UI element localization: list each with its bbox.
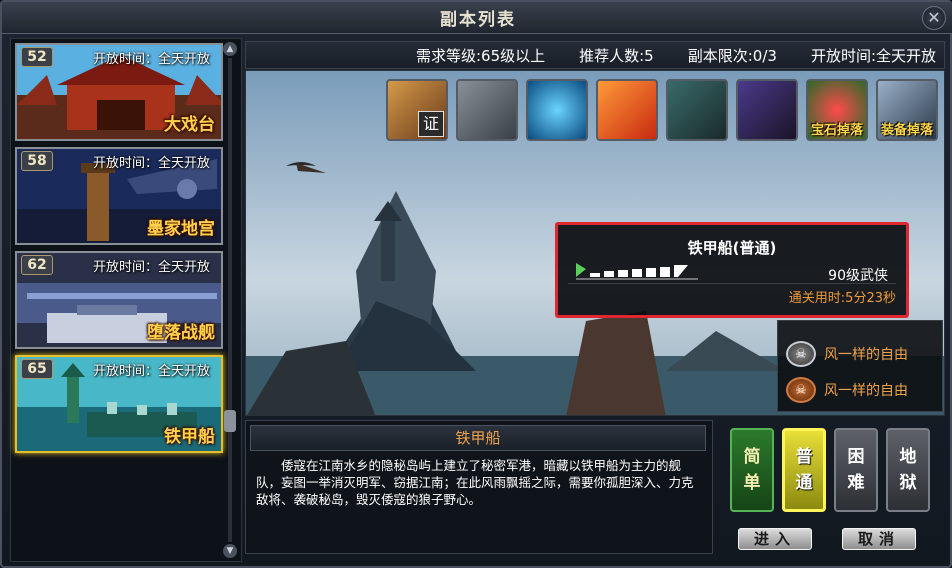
certificate-badge: 证: [418, 111, 444, 137]
window-title: 副本列表: [440, 10, 516, 30]
crystal-icon[interactable]: [526, 79, 588, 141]
recommended-players: 推荐人数:5: [579, 46, 654, 65]
crossbow-icon[interactable]: 证: [386, 79, 448, 141]
difficulty-char: 地: [899, 447, 917, 467]
ranking-row[interactable]: ☠ 风一样的自由: [786, 377, 908, 403]
gem-drop-label: 宝石掉落: [810, 123, 863, 138]
armor-icon[interactable]: [666, 79, 728, 141]
enter-button[interactable]: 进入: [738, 528, 812, 550]
dungeon-description: 铁甲船 倭寇在江南水乡的隐秘岛屿上建立了秘密军港，暗藏以铁甲船为主力的舰队，妄图…: [245, 420, 713, 554]
rank-progress-icon: [576, 263, 698, 280]
difficulty-char: 狱: [899, 473, 917, 493]
level-badge: 52: [21, 47, 53, 67]
dungeon-info-bar: 需求等级:65级以上 推荐人数:5 副本限次:0/3 开放时间:全天开放: [245, 41, 945, 69]
level-badge: 65: [21, 359, 53, 379]
open-time: 开放时间：全天开放: [93, 364, 211, 379]
dungeon-list: 52 开放时间：全天开放 大戏台 58 开放时间：全天开放 墨家地宫 62 开放…: [10, 38, 242, 562]
dungeon-card-1[interactable]: 58 开放时间：全天开放 墨家地宫: [15, 147, 223, 245]
difficulty-hard-button[interactable]: 困 难: [834, 428, 878, 512]
dungeon-name: 铁甲船: [164, 427, 215, 447]
entry-limit: 副本限次:0/3: [687, 46, 777, 65]
divider: [568, 283, 896, 284]
difficulty-selector: 简 单 普 通 困 难 地 狱: [726, 422, 942, 518]
ranking-row[interactable]: ☠ 风一样的自由: [786, 341, 908, 367]
dungeon-list-window: 副本列表 ✕ 52 开放时间：全天开放 大戏台 58 开放时间：全天开放 墨家地…: [0, 0, 952, 568]
silver-medal-icon: ☠: [786, 341, 816, 367]
dungeon-name: 堕落战舰: [147, 323, 215, 343]
dungeon-name: 大戏台: [164, 115, 215, 135]
description-title: 铁甲船: [250, 425, 706, 451]
close-icon: ✕: [927, 8, 941, 27]
bronze-medal-icon: ☠: [786, 377, 816, 403]
gem-drop-icon[interactable]: 宝石掉落: [806, 79, 868, 141]
record-tooltip: 铁甲船(普通) 90级武侠 通关用时:5分23秒: [555, 222, 909, 318]
player-name: 风一样的自由: [824, 383, 908, 399]
scroll-up-icon[interactable]: ▲: [223, 42, 237, 56]
player-name: 风一样的自由: [824, 347, 908, 363]
rune-stone-icon[interactable]: [456, 79, 518, 141]
description-text: 倭寇在江南水乡的隐秘岛屿上建立了秘密军港，暗藏以铁甲船为主力的舰队，妄图一举消灭…: [256, 458, 694, 507]
open-time: 开放时间：全天开放: [93, 260, 211, 275]
open-time-info: 开放时间:全天开放: [810, 46, 936, 65]
difficulty-normal-button[interactable]: 普 通: [782, 428, 826, 512]
reward-icons: 证 宝石掉落 装备掉落: [386, 79, 938, 141]
scroll-thumb[interactable]: [224, 410, 236, 432]
difficulty-char: 难: [847, 473, 865, 493]
close-button[interactable]: ✕: [922, 6, 946, 30]
clear-time: 通关用时:5分23秒: [788, 291, 896, 306]
robe-icon[interactable]: [736, 79, 798, 141]
gift-box-icon[interactable]: [596, 79, 658, 141]
list-scrollbar[interactable]: ▲ ▼: [222, 42, 238, 558]
dungeon-card-3[interactable]: 65 开放时间：全天开放 铁甲船: [15, 355, 223, 453]
cancel-button[interactable]: 取消: [842, 528, 916, 550]
difficulty-char: 简: [743, 447, 761, 467]
difficulty-easy-button[interactable]: 简 单: [730, 428, 774, 512]
difficulty-char: 通: [795, 473, 813, 493]
open-time: 开放时间：全天开放: [93, 156, 211, 171]
player-class: 90级武侠: [828, 268, 888, 284]
dungeon-card-2[interactable]: 62 开放时间：全天开放 堕落战舰: [15, 251, 223, 349]
dungeon-name: 墨家地宫: [147, 219, 215, 239]
clear-ranking: ☠ 风一样的自由 ☠ 风一样的自由: [777, 320, 943, 412]
scroll-track[interactable]: [228, 58, 232, 542]
difficulty-char: 普: [795, 447, 813, 467]
difficulty-char: 单: [743, 473, 761, 493]
scroll-down-icon[interactable]: ▼: [223, 544, 237, 558]
difficulty-hell-button[interactable]: 地 狱: [886, 428, 930, 512]
level-badge: 58: [21, 151, 53, 171]
level-badge: 62: [21, 255, 53, 275]
open-time: 开放时间：全天开放: [93, 52, 211, 67]
difficulty-char: 困: [847, 447, 865, 467]
equip-drop-label: 装备掉落: [880, 123, 933, 138]
required-level: 需求等级:65级以上: [415, 46, 546, 65]
dungeon-card-0[interactable]: 52 开放时间：全天开放 大戏台: [15, 43, 223, 141]
title-bar: 副本列表 ✕: [2, 2, 952, 34]
equip-drop-icon[interactable]: 装备掉落: [876, 79, 938, 141]
tooltip-title: 铁甲船(普通): [687, 239, 777, 257]
